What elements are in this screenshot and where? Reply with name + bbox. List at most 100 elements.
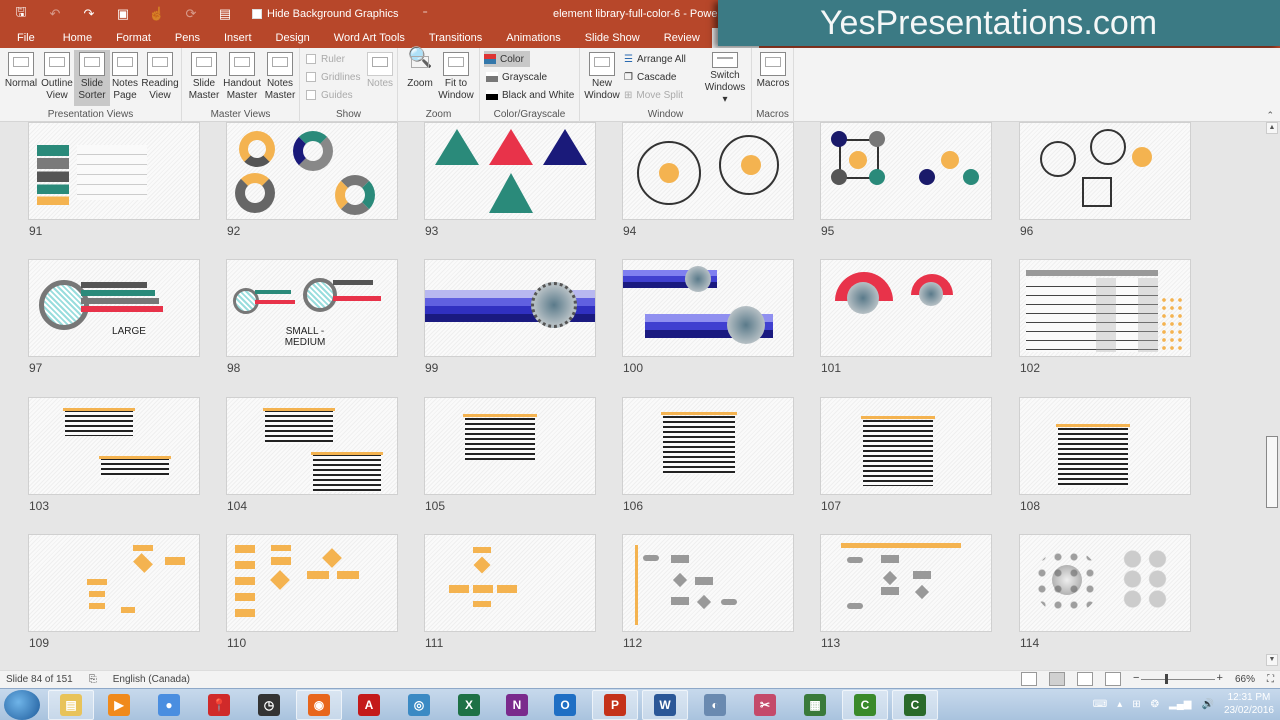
slideshow-status-icon[interactable] [1104,672,1121,686]
scroll-thumb[interactable] [1266,436,1278,508]
slide-thumbnail-101[interactable] [820,259,992,357]
slide-thumbnail-102[interactable] [1019,259,1191,357]
handout-master-button[interactable]: Handout Master [222,50,262,106]
zoom-out-icon[interactable]: − [1133,672,1139,684]
taskbar-word[interactable]: W [642,690,688,720]
windows-flag-icon[interactable]: ⊞ [1132,699,1140,710]
taskbar-snipping-tool[interactable]: ✂ [742,690,788,720]
slide-thumbnail-93[interactable] [424,122,596,220]
slide-thumbnail-92[interactable] [226,122,398,220]
customize-qat-icon[interactable]: ⁼ [422,9,427,20]
taskbar-firefox[interactable]: ◉ [296,690,342,720]
grayscale-button[interactable]: Grayscale [486,69,547,85]
taskbar-media-player[interactable]: ▶ [96,690,142,720]
arrange-all-button[interactable]: ☰ Arrange All [624,51,686,67]
taskbar-file-explorer[interactable]: ▤ [48,690,94,720]
notes-page-button[interactable]: Notes Page [107,50,143,106]
vertical-scrollbar[interactable]: ▲ ▼ [1264,122,1280,670]
notes-master-button[interactable]: Notes Master [262,50,298,106]
taskbar-camtasia-white[interactable]: C [892,690,938,720]
taskbar-acrobat[interactable]: A [346,690,392,720]
collapse-ribbon-icon[interactable]: ⌃ [1266,110,1274,121]
zoom-button[interactable]: 🔍 Zoom [402,48,438,106]
guides-checkbox[interactable]: Guides [306,87,353,103]
slide-sorter-status-icon[interactable] [1048,672,1065,686]
zoom-slider[interactable]: − + [1133,672,1223,686]
normal-view-button[interactable]: Normal [3,50,39,106]
slide-thumbnail-94[interactable] [622,122,794,220]
slide-thumbnail-112[interactable] [622,534,794,632]
ruler-checkbox[interactable]: Ruler [306,51,345,67]
tab-transitions[interactable]: Transitions [417,28,494,48]
keyboard-icon[interactable]: ⌨ [1093,699,1107,710]
taskbar-pin-app[interactable]: 📍 [196,690,242,720]
save-icon[interactable]: 🖫 [8,2,34,26]
slide-thumbnail-110[interactable] [226,534,398,632]
slide-thumbnail-105[interactable] [424,397,596,495]
redo-icon[interactable]: ↷ [76,2,102,26]
tab-pens[interactable]: Pens [163,28,212,48]
scroll-up-icon[interactable]: ▲ [1266,122,1278,134]
zoom-level[interactable]: 66% [1235,674,1255,685]
zoom-thumb[interactable] [1165,674,1169,684]
undo-icon[interactable]: ↶ [42,2,68,26]
slide-thumbnail-109[interactable] [28,534,200,632]
normal-view-status-icon[interactable] [1020,672,1037,686]
slide-thumbnail-103[interactable] [28,397,200,495]
touch-mode-icon[interactable]: ☝ [144,2,170,26]
taskbar-browser[interactable]: ◐ [692,690,738,720]
tab-review[interactable]: Review [652,28,712,48]
black-and-white-button[interactable]: Black and White [486,87,574,103]
slide-thumbnail-111[interactable] [424,534,596,632]
taskbar-monitor-app[interactable]: ▦ [792,690,838,720]
network-icon[interactable]: ▂▄▆ [1169,699,1191,710]
tab-insert[interactable]: Insert [212,28,264,48]
present-icon[interactable]: ▣ [110,2,136,26]
volume-icon[interactable]: 🔊 [1201,699,1213,710]
taskbar-clock-app[interactable]: ◷ [246,690,292,720]
fit-slide-icon[interactable]: ⛶ [1267,674,1274,685]
taskbar-powerpoint[interactable]: P [592,690,638,720]
slide-thumbnail-91[interactable] [28,122,200,220]
macros-button[interactable]: Macros [755,50,791,106]
taskbar-camtasia-green[interactable]: C [842,690,888,720]
security-icon[interactable]: ❂ [1151,699,1159,710]
taskbar-network-app[interactable]: ◎ [396,690,442,720]
color-button[interactable]: Color [484,51,530,67]
slide-thumbnail-100[interactable] [622,259,794,357]
slide-thumbnail-97[interactable]: LARGE [28,259,200,357]
slide-master-button[interactable]: Slide Master [186,50,222,106]
taskbar-outlook[interactable]: O [542,690,588,720]
taskbar-excel[interactable]: X [446,690,492,720]
slide-thumbnail-95[interactable] [820,122,992,220]
reading-view-status-icon[interactable] [1076,672,1093,686]
zoom-in-icon[interactable]: + [1217,672,1223,684]
tab-file[interactable]: File [0,28,51,48]
slide-thumbnail-106[interactable] [622,397,794,495]
switch-windows-button[interactable]: Switch Windows ▾ [702,50,748,106]
start-button[interactable] [4,690,40,720]
tab-word-art-tools[interactable]: Word Art Tools [322,28,417,48]
new-window-button[interactable]: New Window [582,50,622,106]
tab-format[interactable]: Format [104,28,163,48]
slide-thumbnail-113[interactable] [820,534,992,632]
slide-thumbnail-108[interactable] [1019,397,1191,495]
tab-slide-show[interactable]: Slide Show [573,28,652,48]
tab-home[interactable]: Home [51,28,104,48]
slide-thumbnail-96[interactable] [1019,122,1191,220]
notes-button[interactable]: Notes [362,50,398,106]
tab-animations[interactable]: Animations [494,28,572,48]
slide-thumbnail-98[interactable]: SMALL - MEDIUM [226,259,398,357]
document-icon[interactable]: ▤ [212,2,238,26]
reading-view-button[interactable]: Reading View [141,50,179,106]
cascade-button[interactable]: ❐ Cascade [624,69,676,85]
slide-thumbnail-104[interactable] [226,397,398,495]
refresh-icon[interactable]: ⟳ [178,2,204,26]
hide-background-graphics-checkbox[interactable]: Hide Background Graphics [252,8,398,20]
slide-thumbnail-114[interactable] [1019,534,1191,632]
tab-design[interactable]: Design [264,28,322,48]
fit-to-window-button[interactable]: Fit to Window [438,50,474,106]
slide-sorter-button[interactable]: Slide Sorter [74,50,110,106]
slide-thumbnail-99[interactable] [424,259,596,357]
scroll-down-icon[interactable]: ▼ [1266,654,1278,666]
